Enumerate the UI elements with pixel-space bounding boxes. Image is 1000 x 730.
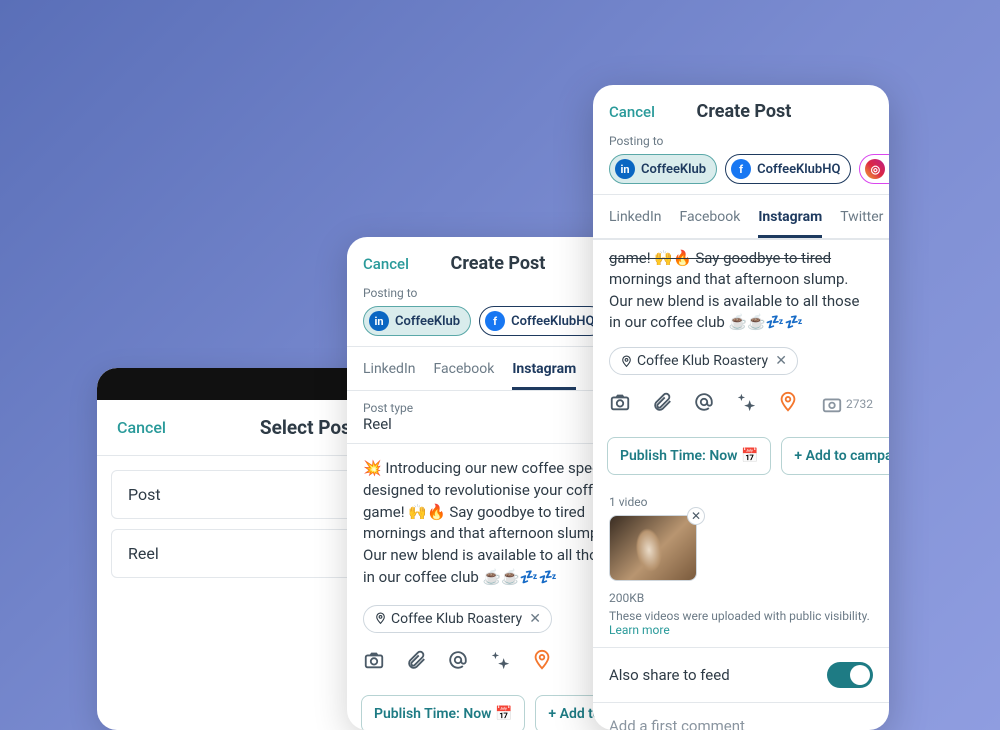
page-title: Create Post (369, 253, 627, 274)
facebook-icon: f (731, 159, 751, 179)
account-chip-facebook[interactable]: f CoffeeKlubHQ (725, 154, 851, 184)
character-count: 2732 (821, 393, 873, 415)
instagram-icon: ◎ (865, 159, 885, 179)
location-chip[interactable]: Coffee Klub Roastery ✕ (363, 605, 552, 633)
ai-sparkle-icon[interactable] (735, 391, 757, 417)
posting-to-label: Posting to (593, 134, 889, 154)
publish-time-button[interactable]: Publish Time: Now 📅 (607, 437, 771, 475)
add-to-campaign-button[interactable]: + Add to campaign (781, 437, 889, 475)
mention-icon[interactable] (693, 391, 715, 417)
account-label: CoffeeKlub (395, 314, 460, 329)
create-post-card-front: Cancel Create Post Posting to in CoffeeK… (593, 85, 889, 730)
tab-instagram[interactable]: Instagram (758, 201, 822, 238)
location-name: Coffee Klub Roastery (391, 611, 522, 627)
network-tabs: LinkedIn Facebook Instagram Twitter (593, 194, 889, 239)
location-icon[interactable] (777, 391, 799, 417)
tab-twitter[interactable]: Twitter (840, 201, 883, 238)
ai-sparkle-icon[interactable] (489, 649, 511, 675)
post-type-label: Post type (363, 401, 627, 415)
video-thumbnail[interactable] (609, 515, 697, 581)
remove-location-button[interactable]: ✕ (529, 611, 541, 627)
linkedin-icon: in (369, 311, 389, 331)
linkedin-icon: in (615, 159, 635, 179)
share-to-feed-label: Also share to feed (609, 666, 730, 684)
account-chip-linkedin[interactable]: in CoffeeKlub (609, 154, 717, 184)
tab-facebook[interactable]: Facebook (680, 201, 741, 238)
video-attachment-section: 1 video ✕ 200KB These videos were upload… (593, 485, 889, 647)
header: Cancel Create Post (593, 85, 889, 134)
paperclip-icon[interactable] (405, 649, 427, 675)
first-comment-input[interactable]: Add a first comment (593, 703, 889, 730)
publish-time-button[interactable]: Publish Time: Now 📅 (361, 695, 525, 730)
tab-linkedin[interactable]: LinkedIn (609, 201, 662, 238)
composer-toolbar: 2732 (593, 385, 889, 427)
pin-icon (374, 612, 387, 625)
tab-facebook[interactable]: Facebook (434, 353, 495, 390)
account-chips: in CoffeeKlub f CoffeeKlubHQ ◎ CoffeeK (593, 154, 889, 194)
account-chip-facebook[interactable]: f CoffeeKlubHQ (479, 306, 605, 336)
account-chip-instagram[interactable]: ◎ CoffeeK (859, 154, 889, 184)
share-to-feed-row: Also share to feed (593, 647, 889, 703)
location-chip[interactable]: Coffee Klub Roastery ✕ (609, 347, 798, 375)
location-icon[interactable] (531, 649, 553, 675)
remove-video-button[interactable]: ✕ (687, 507, 705, 525)
camera-icon[interactable] (363, 649, 385, 675)
calendar-icon: 📅 (495, 706, 512, 722)
calendar-icon: 📅 (741, 448, 758, 464)
video-size-label: 200KB (609, 591, 873, 605)
mention-icon[interactable] (447, 649, 469, 675)
page-title: Create Post (615, 101, 873, 122)
pin-icon (620, 355, 633, 368)
account-label: CoffeeKlubHQ (511, 314, 594, 329)
publish-row: Publish Time: Now 📅 + Add to campaign (593, 427, 889, 485)
video-visibility-note: These videos were uploaded with public v… (609, 609, 873, 637)
camera-icon[interactable] (609, 391, 631, 417)
learn-more-link[interactable]: Learn more (609, 623, 670, 637)
location-name: Coffee Klub Roastery (637, 353, 768, 369)
tab-linkedin[interactable]: LinkedIn (363, 353, 416, 390)
post-type-value: Reel (363, 415, 627, 433)
paperclip-icon[interactable] (651, 391, 673, 417)
account-chip-linkedin[interactable]: in CoffeeKlub (363, 306, 471, 336)
account-label: CoffeeKlub (641, 162, 706, 177)
share-to-feed-toggle[interactable] (827, 662, 873, 688)
camera-small-icon (821, 393, 843, 415)
remove-location-button[interactable]: ✕ (775, 353, 787, 369)
video-count-label: 1 video (609, 495, 873, 509)
post-body[interactable]: game! 🙌🔥 Say goodbye to tired mornings a… (593, 239, 889, 339)
account-label: CoffeeKlubHQ (757, 162, 840, 177)
facebook-icon: f (485, 311, 505, 331)
tab-instagram[interactable]: Instagram (512, 353, 576, 390)
